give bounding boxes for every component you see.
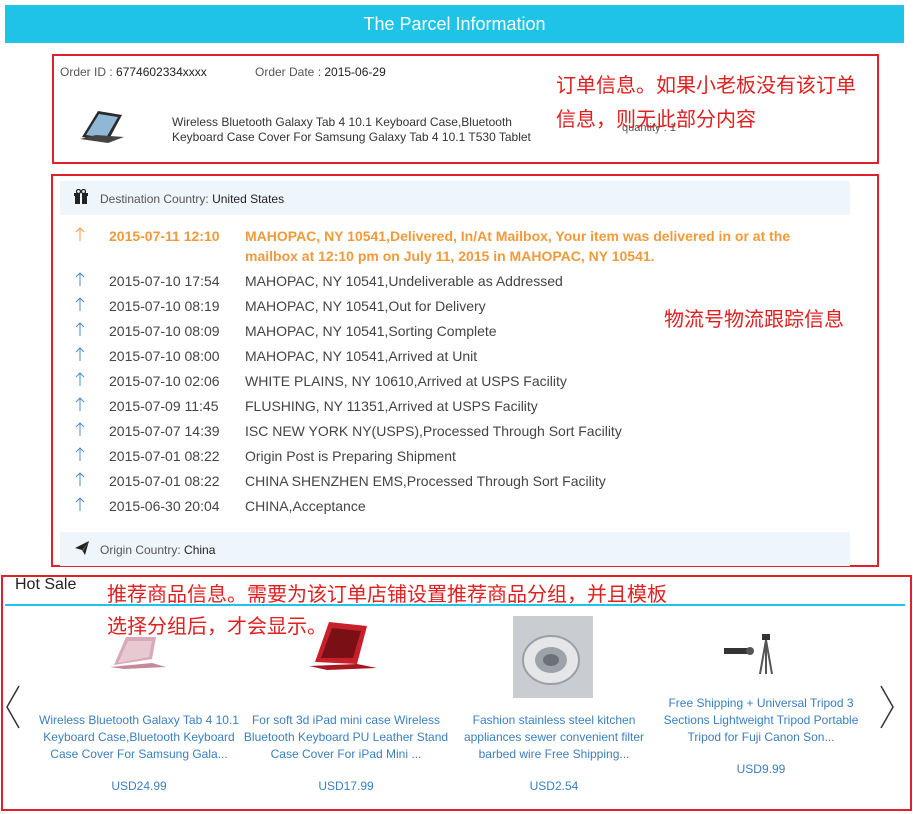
tracking-event-description: Origin Post is Preparing Shipment <box>245 448 456 464</box>
chevron-right-icon <box>880 685 894 729</box>
tracking-event-description: WHITE PLAINS, NY 10610,Arrived at USPS F… <box>245 373 567 389</box>
up-arrow-icon <box>75 346 89 365</box>
order-product-image[interactable] <box>78 107 126 147</box>
order-product-line1: Wireless Bluetooth Galaxy Tab 4 10.1 Key… <box>172 115 512 129</box>
product-name-4[interactable]: Free Shipping + Universal Tripod 3 Secti… <box>660 695 862 746</box>
product-name-2[interactable]: For soft 3d iPad mini case Wireless Blue… <box>242 712 450 763</box>
up-arrow-icon <box>75 396 89 415</box>
order-annotation-line1: 订单信息。如果小老板没有该订单 <box>556 73 856 97</box>
product-card-2[interactable]: For soft 3d iPad mini case Wireless Blue… <box>242 712 450 793</box>
product-image-4[interactable] <box>720 630 784 683</box>
product-price-2: USD17.99 <box>318 779 374 793</box>
tracking-event-time: 2015-07-01 08:22 <box>109 473 220 489</box>
tracking-event-time: 2015-06-30 20:04 <box>109 498 220 514</box>
tracking-event-description: MAHOPAC, NY 10541,Undeliverable as Addre… <box>245 273 563 289</box>
order-product-line2: Keyboard Case Cover For Samsung Galaxy T… <box>172 130 531 144</box>
tracking-event-time: 2015-07-10 08:09 <box>109 323 220 339</box>
tracking-annotation: 物流号物流跟踪信息 <box>664 307 844 331</box>
origin-value: China <box>184 543 216 557</box>
order-date: Order Date : 2015-06-29 <box>255 65 386 79</box>
up-arrow-icon <box>75 321 89 340</box>
origin-country: Origin Country: China <box>100 543 215 557</box>
product-image-1[interactable] <box>108 633 168 674</box>
destination-value: United States <box>212 192 285 206</box>
product-price-4: USD9.99 <box>736 762 786 776</box>
origin-label: Origin Country: <box>100 543 185 557</box>
tracking-event-time: 2015-07-07 14:39 <box>109 423 220 439</box>
tracking-event-time: 2015-07-10 02:06 <box>109 373 220 389</box>
hot-sale-annotation-line1: 推荐商品信息。需要为该订单店铺设置推荐商品分组，并且模板 <box>107 582 667 606</box>
up-arrow-icon <box>75 296 89 315</box>
tracking-event-description: MAHOPAC, NY 10541,Delivered, In/At Mailb… <box>245 228 791 264</box>
order-id-label: Order ID : <box>60 65 117 79</box>
order-product-name[interactable]: Wireless Bluetooth Galaxy Tab 4 10.1 Key… <box>172 115 531 145</box>
tracking-event-time: 2015-07-10 08:00 <box>109 348 220 364</box>
destination-country: Destination Country: United States <box>100 192 284 206</box>
up-arrow-icon <box>75 471 89 490</box>
tracking-event-description: MAHOPAC, NY 10541,Arrived at Unit <box>245 348 478 364</box>
destination-label: Destination Country: <box>100 192 213 206</box>
gift-icon <box>73 188 89 210</box>
up-arrow-icon <box>75 421 89 440</box>
tracking-event-time: 2015-07-10 17:54 <box>109 273 220 289</box>
carousel-next-button[interactable] <box>878 684 896 735</box>
order-id-value: 6774602334xxxx <box>116 65 207 79</box>
tracking-event-description: CHINA SHENZHEN EMS,Processed Through Sor… <box>245 473 606 489</box>
up-arrow-icon <box>75 226 89 245</box>
order-annotation-line2: 信息，则无此部分内容 <box>556 107 756 131</box>
product-card-4[interactable]: Free Shipping + Universal Tripod 3 Secti… <box>660 695 862 776</box>
order-date-label: Order Date : <box>255 65 325 79</box>
product-card-3[interactable]: Fashion stainless steel kitchen applianc… <box>455 712 653 793</box>
product-name-1[interactable]: Wireless Bluetooth Galaxy Tab 4 10.1 Key… <box>35 712 243 763</box>
chevron-left-icon <box>6 685 20 729</box>
product-price-3: USD2.54 <box>529 779 579 793</box>
tracking-event-description: FLUSHING, NY 11351,Arrived at USPS Facil… <box>245 398 538 414</box>
product-image-2[interactable] <box>305 618 381 675</box>
product-price-1: USD24.99 <box>111 779 167 793</box>
product-card-1[interactable]: Wireless Bluetooth Galaxy Tab 4 10.1 Key… <box>35 712 243 793</box>
order-annotation: 订单信息。如果小老板没有该订单 信息，则无此部分内容 <box>556 68 856 136</box>
tracking-event-time: 2015-07-10 08:19 <box>109 298 220 314</box>
up-arrow-icon <box>75 371 89 390</box>
product-name-3[interactable]: Fashion stainless steel kitchen applianc… <box>455 712 653 763</box>
plane-icon <box>74 540 90 561</box>
tracking-event-time: 2015-07-09 11:45 <box>109 398 219 414</box>
page-title: The Parcel Information <box>5 5 904 43</box>
up-arrow-icon <box>75 271 89 290</box>
tracking-event-description: CHINA,Acceptance <box>245 498 366 514</box>
tracking-event-time: 2015-07-01 08:22 <box>109 448 220 464</box>
hot-sale-title: Hot Sale <box>15 576 77 593</box>
carousel-prev-button[interactable] <box>4 684 22 735</box>
tracking-event-description: ISC NEW YORK NY(USPS),Processed Through … <box>245 423 622 439</box>
order-date-value: 2015-06-29 <box>324 65 386 79</box>
up-arrow-icon <box>75 496 89 515</box>
order-id: Order ID : 6774602334xxxx <box>60 65 207 79</box>
product-image-3[interactable] <box>513 616 593 698</box>
tracking-event-time: 2015-07-11 12:10 <box>109 228 220 244</box>
up-arrow-icon <box>75 446 89 465</box>
